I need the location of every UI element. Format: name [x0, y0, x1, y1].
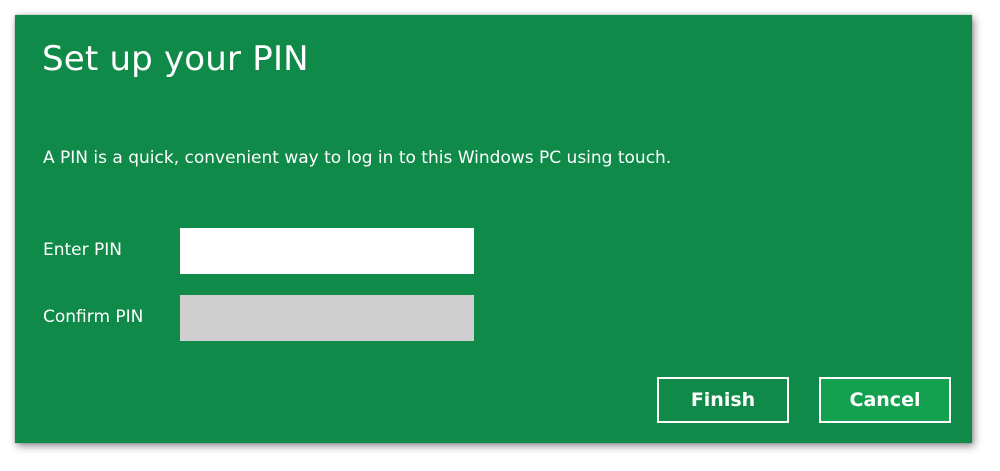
enter-pin-label: Enter PIN	[43, 240, 123, 260]
enter-pin-row: Enter PIN	[43, 228, 503, 274]
cancel-button[interactable]: Cancel	[819, 377, 951, 423]
confirm-pin-input[interactable]	[180, 295, 474, 341]
pin-setup-dialog: Set up your PIN A PIN is a quick, conven…	[15, 15, 972, 443]
enter-pin-input[interactable]	[180, 228, 474, 274]
confirm-pin-label: Confirm PIN	[43, 307, 144, 327]
confirm-pin-row: Confirm PIN	[43, 295, 503, 341]
dialog-description: A PIN is a quick, convenient way to log …	[43, 148, 672, 168]
finish-button[interactable]: Finish	[657, 377, 789, 423]
dialog-title: Set up your PIN	[42, 39, 309, 79]
